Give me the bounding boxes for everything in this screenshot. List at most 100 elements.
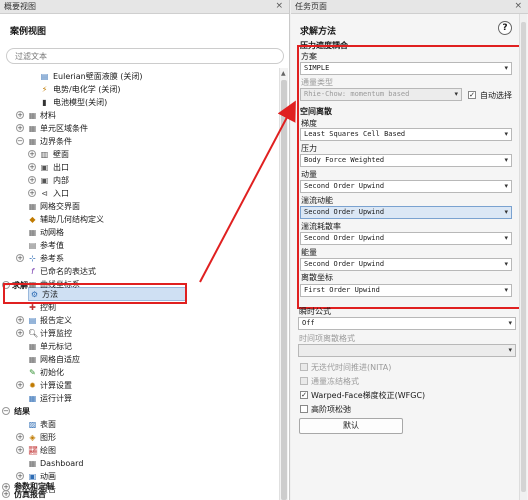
time-discretization-label: 时间项离散格式 [299,334,355,343]
expand-plus-icon[interactable]: + [16,124,24,132]
tree-category-results[interactable]: − 结果 [0,405,278,418]
battery-icon: ▮ [42,98,47,107]
tree-item-mesh-interface[interactable]: ▦ 网格交界面 [0,200,278,213]
transient-formulation-dropdown[interactable]: Off ▾ [298,317,516,330]
chevron-down-icon: ▾ [508,346,512,354]
tree-label: 报告定义 [40,316,72,325]
scroll-up-icon[interactable]: ▲ [281,70,286,77]
grid-icon: ▦ [28,137,37,146]
graphics-icon: ◈ [29,433,36,442]
expand-plus-icon[interactable]: + [28,150,36,158]
tree-item-surfaces[interactable]: ▨ 表面 [0,418,278,431]
expand-plus-icon[interactable]: + [16,381,24,389]
tree-category-sim-reports[interactable]: + 仿真报告 [0,488,278,500]
wfgc-label: Warped-Face梯度校正(WFGC) [311,391,426,400]
case-view-title: 案例视图 [10,27,47,37]
expand-plus-icon[interactable]: + [16,111,24,119]
outline-scrollbar[interactable]: ▲ [279,68,288,500]
tree-item-calc-activities[interactable]: + ✹ 计算设置 [0,379,278,392]
tree-item-report-definitions[interactable]: + ▤ 报告定义 [0,314,278,327]
expand-plus-icon[interactable]: + [2,490,10,498]
tree-label: 已命名的表达式 [40,267,96,276]
tree-item-dynamic-mesh[interactable]: ▦ 动网格 [0,226,278,239]
tree-label: 入口 [53,189,69,198]
tree-category-label: 结果 [14,407,30,416]
expand-plus-icon[interactable]: + [16,329,24,337]
grid-icon: ▦ [28,124,37,133]
tree-item-mesh-adaption[interactable]: ▦ 网格自适应 [0,353,278,366]
tree-label: 计算监控 [40,329,72,338]
inlet-icon: ⊲ [41,189,48,198]
tree-label: 绘图 [40,446,56,455]
expand-plus-icon[interactable]: + [16,316,24,324]
plot-icon: 📈︎ [28,446,39,455]
tree-item-run-calc[interactable]: ▦ 运行计算 [0,392,278,405]
tree-item-boundary[interactable]: − ▦ 边界条件 [0,135,278,148]
tree-item-plots[interactable]: + 📈︎ 绘图 [0,444,278,457]
expand-plus-icon[interactable]: + [28,189,36,197]
tree-item-geometry[interactable]: ◆ 辅助几何结构定义 [0,213,278,226]
frozen-flux-checkbox[interactable] [300,377,308,385]
tree-label: 电池模型(关闭) [53,98,108,107]
task-page-scrollbar-thumb[interactable] [521,22,526,492]
collapse-minus-icon[interactable]: − [16,137,24,145]
filter-text-input[interactable] [6,48,284,64]
tree-label: 电势/电化学 (关闭) [53,85,121,94]
activities-icon: ✹ [29,381,36,390]
tree-label: 动网格 [40,228,64,237]
tree-label: 参考系 [40,254,64,263]
expand-plus-icon[interactable]: + [16,446,24,454]
wfgc-checkbox[interactable]: ✓ [300,391,308,399]
tree-item-cell-registers[interactable]: ▦ 单元标记 [0,340,278,353]
outline-view-title: 概要视图 [0,0,289,14]
tree-label: 初始化 [40,368,64,377]
nita-checkbox[interactable] [300,363,308,371]
tree-item-battery[interactable]: ▮ 电池模型(关闭) [0,96,278,109]
tree-item-wall[interactable]: + ▥ 壁面 [0,148,278,161]
expand-plus-icon[interactable]: + [28,163,36,171]
tree-item-monitors[interactable]: + 🔍︎ 计算监控 [0,327,278,340]
high-order-relaxation-label: 高阶项松弛 [311,405,351,414]
high-order-relaxation-checkbox[interactable] [300,405,308,413]
tree-label: 辅助几何结构定义 [40,215,104,224]
app-root: 概要视图 × 案例视图 ▤ Eulerian壁面液膜 (关闭) ⚡ 电势/电化学… [0,0,528,500]
tree-item-interior[interactable]: + ▣ 内部 [0,174,278,187]
tree-category-label: 仿真报告 [14,490,46,499]
help-icon[interactable]: ? [498,21,512,35]
tree-item-reference-values[interactable]: ▤ 参考值 [0,239,278,252]
outline-close-icon[interactable]: × [275,1,283,11]
dashboard-icon: ▦ [28,459,37,468]
tree-item-inlet[interactable]: + ⊲ 入口 [0,187,278,200]
tree-label: 参考值 [40,241,64,250]
cell-register-icon: ▦ [28,342,37,351]
tree-item-named-expressions[interactable]: f 已命名的表达式 [0,265,278,278]
tree-item-outlet[interactable]: + ▣ 出口 [0,161,278,174]
tree-item-graphics[interactable]: + ◈ 图形 [0,431,278,444]
tree-label: 材料 [40,111,56,120]
time-discretization-dropdown[interactable]: ▾ [298,344,516,357]
tree-label: 边界条件 [40,137,72,146]
tree-item-initialization[interactable]: ✎ 初始化 [0,366,278,379]
expand-plus-icon[interactable]: + [16,254,24,262]
transient-formulation-label: 瞬时公式 [299,307,331,316]
annotation-box-methods [3,283,187,304]
default-button[interactable]: 默认 [299,418,403,434]
tree-item-potential[interactable]: ⚡ 电势/电化学 (关闭) [0,83,278,96]
wall-icon: ▥ [40,150,49,159]
tree-item-cell-zone[interactable]: + ▦ 单元区域条件 [0,122,278,135]
expand-plus-icon[interactable]: + [16,433,24,441]
tree-label: 单元区域条件 [40,124,88,133]
tree-item-eulerian-wall-film[interactable]: ▤ Eulerian壁面液膜 (关闭) [0,70,278,83]
chevron-down-icon: ▾ [508,319,512,327]
tree-label: 单元标记 [40,342,72,351]
task-page-close-icon[interactable]: × [514,1,522,11]
task-page-scrollbar[interactable] [519,14,527,500]
tree-item-materials[interactable]: + ▦ 材料 [0,109,278,122]
tree-item-dashboard[interactable]: ▦ Dashboard [0,457,278,470]
scrollbar-thumb[interactable] [281,80,287,500]
tree-label: 网格自适应 [40,355,80,364]
tree-label: Dashboard [40,459,84,468]
collapse-minus-icon[interactable]: − [2,407,10,415]
expand-plus-icon[interactable]: + [28,176,36,184]
tree-item-reference-frames[interactable]: + ⊹ 参考系 [0,252,278,265]
